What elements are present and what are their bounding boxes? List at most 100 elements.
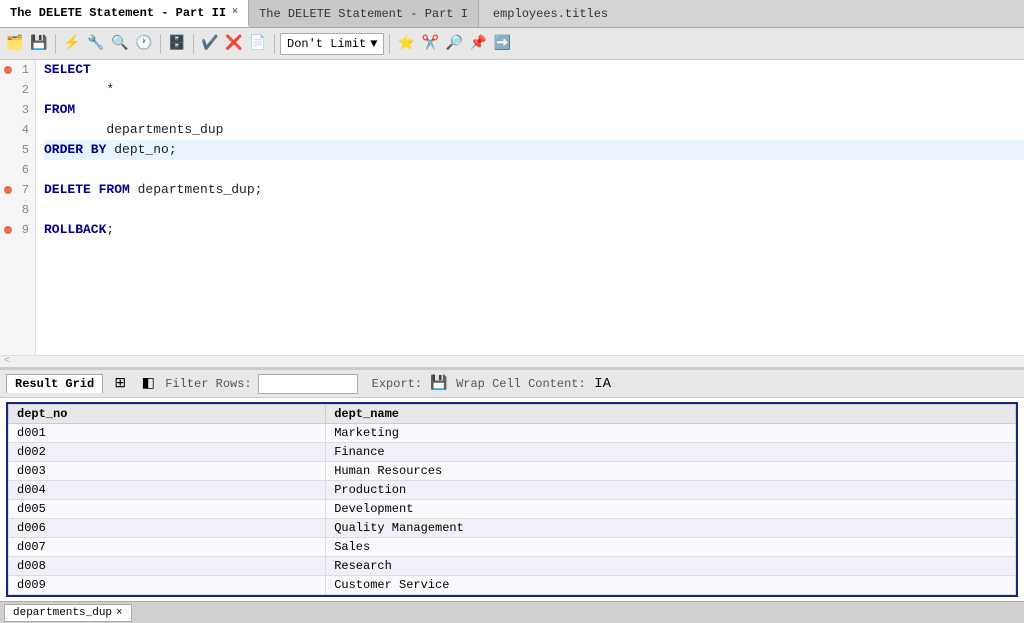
table-row: d002Finance	[9, 443, 1016, 462]
cell-dept-no: d007	[9, 538, 326, 557]
history-icon[interactable]: 🕐	[133, 33, 155, 55]
code-line-9: ROLLBACK;	[44, 220, 1024, 240]
line-numbers: 1 2 3 4 5 6 7 8 9	[0, 60, 36, 355]
toolbar: 🗂️ 💾 ⚡ 🔧 🔍 🕐 🗄️ ✔️ ❌ 📄 Don't Limit ▼ ⭐ ✂…	[0, 28, 1024, 60]
limit-label: Don't Limit	[287, 37, 366, 51]
table-row: d008Research	[9, 557, 1016, 576]
table-header-row: dept_no dept_name	[9, 405, 1016, 424]
tab-delete-part2-close[interactable]: ×	[232, 7, 238, 18]
result-table: dept_no dept_name d001Marketingd002Finan…	[8, 404, 1016, 595]
execute-icon[interactable]: ⚡	[61, 33, 83, 55]
wrap-icon[interactable]: IA	[592, 373, 614, 395]
zoom-icon[interactable]: 🔎	[443, 33, 465, 55]
table-row: d007Sales	[9, 538, 1016, 557]
code-line-1: SELECT	[44, 60, 1024, 80]
line-num-9: 9	[0, 220, 35, 240]
toolbar-separator-1	[55, 34, 56, 54]
export-label: Export:	[372, 377, 422, 391]
code-line-2: *	[44, 80, 1024, 100]
cell-dept-no: d001	[9, 424, 326, 443]
cell-dept-no: d008	[9, 557, 326, 576]
line-num-7: 7	[0, 180, 35, 200]
code-line-8	[44, 200, 1024, 220]
line-num-2: 2	[0, 80, 35, 100]
cell-dept-no: d004	[9, 481, 326, 500]
scroll-left-icon: <	[4, 356, 10, 367]
tab-employees-titles-label: employees.titles	[493, 7, 608, 21]
bottom-tab-strip: departments_dup ×	[0, 601, 1024, 623]
horizontal-scrollbar[interactable]: <	[0, 355, 1024, 367]
result-form-icon[interactable]: ◧	[137, 373, 159, 395]
bottom-panel: Result Grid ⊞ ◧ Filter Rows: Export: 💾 W…	[0, 370, 1024, 623]
cell-dept-no: d006	[9, 519, 326, 538]
col-dept-name: dept_name	[326, 405, 1016, 424]
toolbar-separator-4	[274, 34, 275, 54]
tab-bar: The DELETE Statement - Part II × The DEL…	[0, 0, 1024, 28]
arrow-right-icon[interactable]: ➡️	[491, 33, 513, 55]
code-line-4: departments_dup	[44, 120, 1024, 140]
filter-rows-input[interactable]	[258, 374, 358, 394]
cell-dept-no: d005	[9, 500, 326, 519]
filter-rows-label: Filter Rows:	[165, 377, 251, 391]
code-line-3: FROM	[44, 100, 1024, 120]
line-num-6: 6	[0, 160, 35, 180]
tab-delete-part2-label: The DELETE Statement - Part II	[10, 6, 226, 20]
data-table-container: dept_no dept_name d001Marketingd002Finan…	[6, 402, 1018, 597]
db-icon[interactable]: 🗄️	[166, 33, 188, 55]
cell-dept-name: Development	[326, 500, 1016, 519]
scissors-icon[interactable]: ✂️	[419, 33, 441, 55]
tab-delete-part1[interactable]: The DELETE Statement - Part I	[249, 0, 479, 27]
cell-dept-name: Research	[326, 557, 1016, 576]
save-icon[interactable]: 💾	[28, 33, 50, 55]
line-num-1: 1	[0, 60, 35, 80]
table-row: d009Customer Service	[9, 576, 1016, 595]
line-num-5: 5	[0, 140, 35, 160]
star-icon[interactable]: ⭐	[395, 33, 417, 55]
cell-dept-no: d009	[9, 576, 326, 595]
departments-dup-close[interactable]: ×	[116, 607, 123, 619]
departments-dup-label: departments_dup	[13, 607, 112, 619]
departments-dup-tab[interactable]: departments_dup ×	[4, 604, 132, 622]
breakpoint-9	[4, 226, 12, 234]
code-line-6	[44, 160, 1024, 180]
cell-dept-name: Finance	[326, 443, 1016, 462]
table-row: d001Marketing	[9, 424, 1016, 443]
code-area[interactable]: SELECT * FROM departments_dup ORDER BY d…	[36, 60, 1024, 355]
result-toolbar: Result Grid ⊞ ◧ Filter Rows: Export: 💾 W…	[0, 370, 1024, 398]
format-icon[interactable]: 🔧	[85, 33, 107, 55]
file-icon[interactable]: 📄	[247, 33, 269, 55]
toolbar-separator-3	[193, 34, 194, 54]
cell-dept-name: Sales	[326, 538, 1016, 557]
cell-dept-name: Customer Service	[326, 576, 1016, 595]
table-row: d004Production	[9, 481, 1016, 500]
breakpoint-1	[4, 66, 12, 74]
table-row: d005Development	[9, 500, 1016, 519]
limit-dropdown[interactable]: Don't Limit ▼	[280, 33, 384, 55]
tab-employees-titles[interactable]: employees.titles	[479, 0, 622, 27]
editor-content[interactable]: 1 2 3 4 5 6 7 8 9 SELECT * FROM departm	[0, 60, 1024, 355]
result-grid-label: Result Grid	[15, 377, 94, 391]
cancel-icon[interactable]: ❌	[223, 33, 245, 55]
tab-delete-part1-label: The DELETE Statement - Part I	[259, 7, 468, 21]
dropdown-chevron-icon: ▼	[370, 37, 377, 51]
open-folder-icon[interactable]: 🗂️	[4, 33, 26, 55]
line-num-8: 8	[0, 200, 35, 220]
table-row: d003Human Resources	[9, 462, 1016, 481]
result-grid-tab[interactable]: Result Grid	[6, 374, 103, 393]
col-dept-no: dept_no	[9, 405, 326, 424]
toolbar-separator-5	[389, 34, 390, 54]
tab-delete-part2[interactable]: The DELETE Statement - Part II ×	[0, 0, 249, 27]
search-icon[interactable]: 🔍	[109, 33, 131, 55]
cell-dept-no: d002	[9, 443, 326, 462]
export-icon[interactable]: 💾	[428, 373, 450, 395]
pin-icon[interactable]: 📌	[467, 33, 489, 55]
result-grid-icon[interactable]: ⊞	[109, 373, 131, 395]
toolbar-separator-2	[160, 34, 161, 54]
cell-dept-no: d003	[9, 462, 326, 481]
code-line-7: DELETE FROM departments_dup;	[44, 180, 1024, 200]
code-line-5: ORDER BY dept_no;	[44, 140, 1024, 160]
check-icon[interactable]: ✔️	[199, 33, 221, 55]
breakpoint-7	[4, 186, 12, 194]
cell-dept-name: Human Resources	[326, 462, 1016, 481]
line-num-4: 4	[0, 120, 35, 140]
